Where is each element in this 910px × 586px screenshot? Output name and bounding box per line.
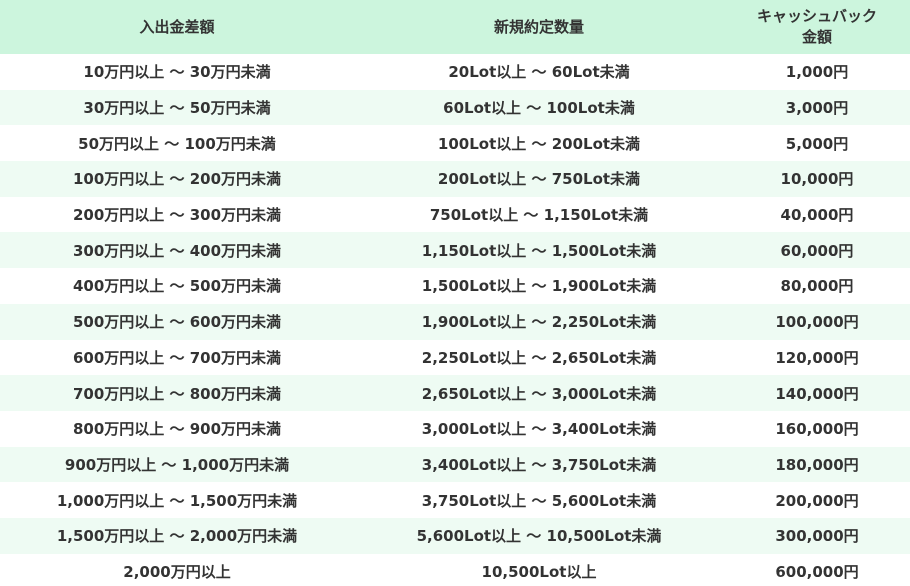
cell-lots: 10,500Lot以上 xyxy=(481,562,597,581)
cell-cashback: 140,000円 xyxy=(724,375,910,411)
cell-cashback: 60,000円 xyxy=(724,232,910,269)
cell-deposit: 100万円以上 ～ 200万円未満 xyxy=(0,161,354,197)
cell-deposit: 1,000万円以上 ～ 1,500万円未満 xyxy=(56,491,298,510)
table-row: 600万円以上 ～ 700万円未満 2,250Lot以上 ～ 2,650Lot未満… xyxy=(0,340,910,376)
table-row: 200万円以上 ～ 300万円未満 750Lot以上 ～ 1,150Lot未満 40… xyxy=(0,197,910,233)
cell-deposit: 400万円以上 ～ 500万円未満 xyxy=(72,277,282,296)
cell-lots: 2,650Lot以上 ～ 3,000Lot未満 xyxy=(354,375,724,411)
cell-cashback: 180,000円 xyxy=(724,446,910,483)
table-row: 1,500万円以上 ～ 2,000万円未満 5,600Lot以上 ～ 10,500… xyxy=(0,517,910,554)
cell-lots: 1,900Lot以上 ～ 2,250Lot未満 xyxy=(354,303,724,340)
cell-lots: 20Lot以上 ～ 60Lot未満 xyxy=(448,63,630,82)
cell-cashback: 100,000円 xyxy=(724,303,910,340)
header-new-volume: 新規約定数量 xyxy=(354,0,724,54)
header-cashback-line1: キャッシュバック xyxy=(756,7,877,25)
table-row: 2,000万円以上 10,500Lot以上 600,000円 xyxy=(0,554,910,586)
cell-lots: 200Lot以上 ～ 750Lot未満 xyxy=(354,161,724,197)
cashback-table: 入出金差額 新規約定数量 キャッシュバック 金額 10万円以上 ～ 30万円未満… xyxy=(0,0,910,586)
table-row: 50万円以上 ～ 100万円未満 100Lot以上 ～ 200Lot未満 5,000… xyxy=(0,125,910,161)
table-row: 900万円以上 ～ 1,000万円未満 3,400Lot以上 ～ 3,750Lot… xyxy=(0,446,910,483)
table-row: 400万円以上 ～ 500万円未満 1,500Lot以上 ～ 1,900Lot未満… xyxy=(0,268,910,304)
cell-deposit: 30万円以上 ～ 50万円未満 xyxy=(0,89,354,126)
table-row: 500万円以上 ～ 600万円未満 1,900Lot以上 ～ 2,250Lot未満… xyxy=(0,303,910,340)
cell-cashback: 600,000円 xyxy=(775,562,859,581)
header-deposit-diff: 入出金差額 xyxy=(0,0,354,54)
cell-deposit: 500万円以上 ～ 600万円未満 xyxy=(0,303,354,340)
cell-cashback: 5,000円 xyxy=(785,134,849,153)
cell-deposit: 600万円以上 ～ 700万円未満 xyxy=(72,348,282,367)
table-body: 10万円以上 ～ 30万円未満 20Lot以上 ～ 60Lot未満 1,000円 30… xyxy=(0,54,910,586)
cell-lots: 1,500Lot以上 ～ 1,900Lot未満 xyxy=(421,277,657,296)
table-row: 800万円以上 ～ 900万円未満 3,000Lot以上 ～ 3,400Lot未満… xyxy=(0,411,910,447)
cell-lots: 5,600Lot以上 ～ 10,500Lot未満 xyxy=(354,517,724,554)
cell-lots: 3,400Lot以上 ～ 3,750Lot未満 xyxy=(354,446,724,483)
cell-lots: 3,750Lot以上 ～ 5,600Lot未満 xyxy=(421,491,657,510)
table-row: 700万円以上 ～ 800万円未満 2,650Lot以上 ～ 3,000Lot未満… xyxy=(0,375,910,411)
cell-cashback: 40,000円 xyxy=(780,206,854,225)
cell-lots: 60Lot以上 ～ 100Lot未満 xyxy=(354,89,724,126)
cell-lots: 2,250Lot以上 ～ 2,650Lot未満 xyxy=(421,348,657,367)
cell-cashback: 160,000円 xyxy=(775,420,859,439)
cell-cashback: 200,000円 xyxy=(775,491,859,510)
cell-cashback: 80,000円 xyxy=(780,277,854,296)
cell-deposit: 700万円以上 ～ 800万円未満 xyxy=(0,375,354,411)
table-row: 30万円以上 ～ 50万円未満 60Lot以上 ～ 100Lot未満 3,000円 xyxy=(0,89,910,126)
cell-cashback: 300,000円 xyxy=(724,517,910,554)
cell-lots: 3,000Lot以上 ～ 3,400Lot未満 xyxy=(421,420,657,439)
cell-lots: 100Lot以上 ～ 200Lot未満 xyxy=(437,134,641,153)
table-row: 10万円以上 ～ 30万円未満 20Lot以上 ～ 60Lot未満 1,000円 xyxy=(0,54,910,90)
cell-lots: 1,150Lot以上 ～ 1,500Lot未満 xyxy=(354,232,724,269)
table-row: 100万円以上 ～ 200万円未満 200Lot以上 ～ 750Lot未満 10,0… xyxy=(0,161,910,197)
cell-deposit: 800万円以上 ～ 900万円未満 xyxy=(72,420,282,439)
cell-cashback: 3,000円 xyxy=(724,89,910,126)
cell-lots: 750Lot以上 ～ 1,150Lot未満 xyxy=(429,206,649,225)
cell-deposit: 900万円以上 ～ 1,000万円未満 xyxy=(0,446,354,483)
table-row: 1,000万円以上 ～ 1,500万円未満 3,750Lot以上 ～ 5,600L… xyxy=(0,482,910,518)
table-header-row: 入出金差額 新規約定数量 キャッシュバック 金額 xyxy=(0,0,910,54)
cell-deposit: 300万円以上 ～ 400万円未満 xyxy=(0,232,354,269)
cell-deposit: 1,500万円以上 ～ 2,000万円未満 xyxy=(0,517,354,554)
cell-deposit: 10万円以上 ～ 30万円未満 xyxy=(83,63,271,82)
cell-deposit: 50万円以上 ～ 100万円未満 xyxy=(78,134,276,153)
cell-deposit: 2,000万円以上 xyxy=(123,562,231,581)
header-cashback-line2: 金額 xyxy=(801,28,832,46)
cell-deposit: 200万円以上 ～ 300万円未満 xyxy=(72,206,282,225)
cell-cashback: 120,000円 xyxy=(775,348,859,367)
header-cashback: キャッシュバック 金額 xyxy=(724,0,910,54)
table-row: 300万円以上 ～ 400万円未満 1,150Lot以上 ～ 1,500Lot未満… xyxy=(0,232,910,269)
cell-cashback: 1,000円 xyxy=(785,63,849,82)
cell-cashback: 10,000円 xyxy=(724,161,910,197)
